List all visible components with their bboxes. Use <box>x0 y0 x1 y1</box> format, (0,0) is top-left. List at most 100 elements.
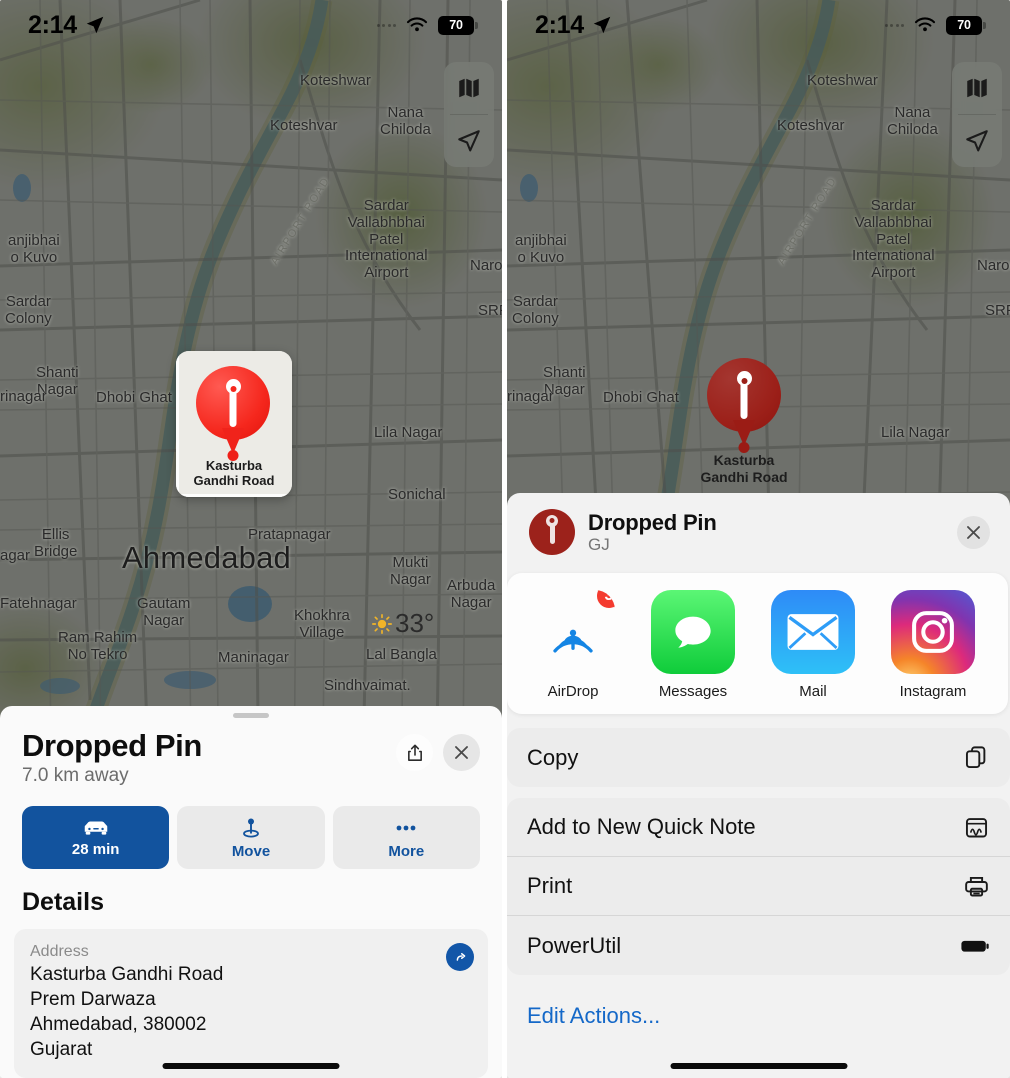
share-subtitle: GJ <box>588 534 610 554</box>
copy-icon <box>963 744 990 771</box>
map-label: Naroda <box>977 257 1010 274</box>
quick-actions-row: 28 min Move More <box>0 787 502 869</box>
home-indicator-right <box>670 1063 847 1069</box>
share-action-rows: Copy Add to New Quick Note Print PowerUt… <box>507 728 1010 1045</box>
map-label: Arbuda Nagar <box>447 577 496 611</box>
note-icon <box>963 814 990 841</box>
callout-label: Kasturba Gandhi Road <box>193 458 275 489</box>
map-label: Koteshvar <box>777 117 845 134</box>
map-label: Lal Bangla <box>366 646 437 663</box>
pin-needle <box>740 375 748 419</box>
location-arrow-icon <box>966 130 988 152</box>
status-time: 2:14 <box>28 10 77 39</box>
map-label: Ellis Bridge <box>34 526 78 560</box>
share-target-mail[interactable]: Mail <box>771 590 855 700</box>
share-target-instagram[interactable]: Instagram <box>891 590 975 700</box>
mail-icon <box>787 614 839 650</box>
share-sheet[interactable]: Dropped Pin GJ 3 AirDrop Messages Mail I… <box>507 493 1010 1078</box>
action-label: Print <box>527 873 573 898</box>
action-label: Move <box>231 842 271 860</box>
action-label: More <box>388 842 425 860</box>
map-label: Sardar Vallabhbhai Patel International Airpo… <box>852 197 935 282</box>
map-label: Lila Nagar <box>374 424 443 441</box>
address-value: Kasturba Gandhi Road Prem Darwaza Ahmedaba… <box>30 964 224 1061</box>
action-group-copy: Copy <box>507 728 1010 787</box>
share-button[interactable] <box>396 734 433 771</box>
close-button[interactable] <box>443 734 480 771</box>
action-row-copy[interactable]: Copy <box>507 728 1010 787</box>
directions-button[interactable]: 28 min <box>22 806 170 869</box>
map-label: Sindhvaimat. <box>324 677 411 694</box>
pin-anchor-dot <box>227 450 239 461</box>
map-controls-right[interactable] <box>952 62 1002 167</box>
place-detail-sheet[interactable]: Dropped Pin 7.0 km away 28 min Move More… <box>0 706 502 1078</box>
signal-dots-icon <box>884 23 904 27</box>
status-bar-left: 2:14 70 <box>0 0 502 50</box>
action-group-edit: Edit Actions... <box>507 986 1010 1045</box>
location-arrow-icon <box>593 16 611 34</box>
share-target-label: Instagram <box>899 683 967 700</box>
map-controls-left[interactable] <box>444 62 494 167</box>
action-group-main: Add to New Quick Note Print PowerUtil <box>507 798 1010 975</box>
sun-icon <box>372 613 392 634</box>
pin-caption-right: Kasturba Gandhi Road <box>700 452 788 485</box>
close-button[interactable] <box>957 515 990 549</box>
action-label: Edit Actions... <box>527 1002 661 1028</box>
phone-screenshot-right: Koteshwar Koteshvar Nana Chiloda AIRPORT ROA… <box>507 0 1010 1078</box>
map-label: Koteshwar <box>300 72 371 89</box>
phone-screenshot-left: Koteshwar Koteshvar Nana Chiloda AIRPORT ROA… <box>0 0 502 1078</box>
map-label: Sardar Vallabhbhai Patel International Airpo… <box>345 197 428 282</box>
temperature-text: 33° <box>395 608 435 638</box>
map-label: Mukti Nagar <box>390 554 431 588</box>
map-label: Koteshvar <box>270 117 338 134</box>
address-card[interactable]: Address Kasturba Gandhi Road Prem Darwaza… <box>14 929 488 1078</box>
page-title: Dropped Pin <box>22 728 202 763</box>
move-pin-button[interactable]: Move <box>177 806 325 869</box>
ellipsis-icon <box>396 825 416 830</box>
map-label: Lila Nagar <box>881 424 950 441</box>
map-label: Maninagar <box>218 649 289 666</box>
share-title: Dropped Pin <box>588 509 717 535</box>
map-type-button[interactable] <box>444 62 494 114</box>
map-layers-icon <box>459 78 479 98</box>
mail-tile <box>771 590 855 674</box>
share-targets-row[interactable]: 3 AirDrop Messages Mail Instagram <box>507 573 1008 714</box>
home-indicator-left <box>162 1063 340 1069</box>
share-target-label: AirDrop <box>547 683 599 700</box>
locate-me-button[interactable] <box>444 115 494 167</box>
battery-indicator: 70 <box>438 15 478 35</box>
action-label: 28 min <box>71 840 120 858</box>
address-directions-button[interactable] <box>446 943 474 971</box>
map-label: SRP <box>985 302 1010 319</box>
map-label: Sardar Colony <box>5 293 52 327</box>
car-icon <box>84 820 107 835</box>
share-target-airdrop[interactable]: 3 AirDrop <box>531 590 615 700</box>
map-label: Ahmedabad <box>122 540 291 575</box>
airdrop-tile: 3 <box>531 590 615 674</box>
location-arrow-icon <box>458 130 480 152</box>
action-label: Copy <box>527 744 579 770</box>
map-pin-right[interactable] <box>707 358 781 454</box>
airdrop-icon <box>553 629 593 653</box>
address-label: Address <box>30 943 89 960</box>
action-row-quick-note[interactable]: Add to New Quick Note <box>507 798 1010 857</box>
close-icon <box>455 746 468 759</box>
messages-icon <box>675 616 711 648</box>
map-label: agar <box>0 547 31 564</box>
action-row-print[interactable]: Print <box>507 857 1010 916</box>
action-row-powerutil[interactable]: PowerUtil <box>507 916 1010 975</box>
map-label: Gautam Nagar <box>137 595 191 629</box>
location-arrow-icon <box>86 16 104 34</box>
map-pin-left[interactable] <box>196 366 270 462</box>
share-target-messages[interactable]: Messages <box>651 590 735 700</box>
locate-me-button[interactable] <box>952 115 1002 167</box>
action-label: Add to New Quick Note <box>527 814 756 839</box>
more-button[interactable]: More <box>332 806 480 869</box>
directions-arrow-icon <box>456 952 465 961</box>
map-type-button[interactable] <box>952 62 1002 114</box>
action-row-edit-actions[interactable]: Edit Actions... <box>507 986 1010 1045</box>
map-label: SRP <box>478 302 502 319</box>
map-label: Naroda <box>470 257 502 274</box>
map-label: Sonichal <box>388 486 446 503</box>
details-header: Details <box>22 888 104 916</box>
